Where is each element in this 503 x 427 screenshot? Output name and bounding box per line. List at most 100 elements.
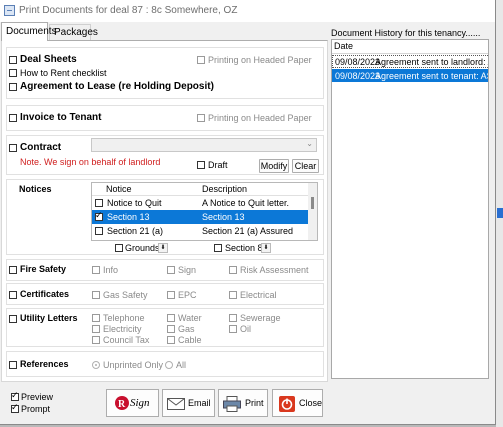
close-label: Close: [299, 398, 323, 408]
grounds-checkbox[interactable]: [115, 244, 123, 252]
print-button[interactable]: Print: [218, 389, 268, 417]
deal-headed-paper-checkbox[interactable]: [197, 56, 205, 64]
notice-description: A Notice to Quit letter.: [202, 198, 290, 208]
notice-description: Section 21 (a) Assured: [202, 226, 294, 236]
notice-checkbox[interactable]: [95, 210, 103, 221]
electricity-label: Electricity: [103, 324, 142, 334]
notices-list[interactable]: Notice Description Notice to Quit A Noti…: [91, 182, 318, 241]
council-tax-checkbox[interactable]: [92, 336, 100, 344]
deal-sheets-label: Deal Sheets: [20, 54, 77, 65]
background-selection-fragment: [497, 208, 503, 218]
history-list-header: Date: [332, 40, 488, 54]
epc-checkbox[interactable]: [167, 291, 175, 299]
window-app-icon: [4, 5, 15, 16]
draft-label: Draft: [208, 160, 228, 170]
fire-risk-checkbox[interactable]: [229, 266, 237, 274]
rsign-button[interactable]: R Sign: [106, 389, 159, 417]
notice-description: Section 13: [202, 212, 245, 222]
contract-checkbox[interactable]: [9, 144, 17, 152]
references-checkbox[interactable]: [9, 361, 17, 369]
contract-select[interactable]: ⌄: [91, 138, 317, 152]
unprinted-only-radio[interactable]: [92, 361, 100, 369]
notice-checkbox[interactable]: [95, 199, 103, 207]
rsign-label: Sign: [130, 397, 150, 409]
sewerage-checkbox[interactable]: [229, 314, 237, 322]
utility-letters-label: Utility Letters: [20, 313, 78, 323]
utility-gas-label: Gas: [178, 324, 195, 334]
print-documents-dialog: Print Documents for deal 87 : 8c Somewhe…: [0, 0, 496, 425]
notice-checkbox[interactable]: [95, 227, 103, 235]
electrical-checkbox[interactable]: [229, 291, 237, 299]
scrollbar-thumb[interactable]: [311, 197, 314, 209]
cable-checkbox[interactable]: [167, 336, 175, 344]
preview-label: Preview: [21, 392, 54, 402]
chevron-down-icon: ⌄: [306, 139, 313, 148]
section8-download-icon[interactable]: ⬇: [261, 243, 271, 253]
deal-sheets-checkbox[interactable]: [9, 56, 17, 64]
water-checkbox[interactable]: [167, 314, 175, 322]
rsign-logo-icon: R: [115, 396, 129, 410]
title-bar[interactable]: Print Documents for deal 87 : 8c Somewhe…: [0, 0, 495, 22]
notices-list-header: Notice Description: [92, 183, 309, 196]
section8-checkbox[interactable]: [214, 244, 222, 252]
close-button[interactable]: Close: [272, 389, 323, 417]
all-radio[interactable]: [165, 361, 173, 369]
contract-label: Contract: [20, 142, 62, 153]
utility-gas-checkbox[interactable]: [167, 325, 175, 333]
history-text: Agreement sent to tenant: AST: [375, 71, 489, 81]
telephone-checkbox[interactable]: [92, 314, 100, 322]
history-text: Agreement sent to landlord: A: [375, 57, 489, 67]
prompt-label: Prompt: [21, 404, 51, 414]
oil-checkbox[interactable]: [229, 325, 237, 333]
email-label: Email: [188, 398, 211, 408]
print-label: Print: [245, 398, 264, 408]
window-title: Print Documents for deal 87 : 8c Somewhe…: [19, 5, 238, 16]
history-date: 09/08/2023: [335, 57, 381, 67]
agreement-to-lease-checkbox[interactable]: [9, 83, 17, 91]
power-icon: [279, 396, 295, 412]
fire-sign-label: Sign: [178, 265, 197, 275]
history-date: 09/08/2023: [335, 71, 381, 81]
list-item[interactable]: Section 21 (a) Section 21 (a) Assured: [92, 224, 309, 238]
fire-safety-label: Fire Safety: [20, 264, 67, 274]
description-column-header[interactable]: Description: [202, 183, 247, 195]
cable-label: Cable: [178, 335, 202, 345]
grounds-download-icon[interactable]: ⬇: [158, 243, 168, 253]
fire-info-checkbox[interactable]: [92, 266, 100, 274]
list-item[interactable]: Notice to Quit A Notice to Quit letter.: [92, 196, 309, 210]
epc-label: EPC: [178, 290, 197, 300]
electricity-checkbox[interactable]: [92, 325, 100, 333]
telephone-label: Telephone: [103, 313, 145, 323]
water-label: Water: [178, 313, 202, 323]
draft-checkbox[interactable]: [197, 161, 205, 169]
deal-headed-paper-label: Printing on Headed Paper: [208, 55, 312, 65]
prompt-checkbox[interactable]: [11, 402, 19, 413]
list-item[interactable]: Section 13 Section 13: [92, 210, 309, 224]
preview-checkbox[interactable]: [11, 390, 19, 401]
tab-documents[interactable]: Documents: [1, 22, 57, 41]
email-button[interactable]: Email: [162, 389, 215, 417]
history-row[interactable]: 09/08/2023 Agreement sent to landlord: A: [332, 55, 489, 68]
document-history-list[interactable]: Date 09/08/2023 Agreement sent to landlo…: [331, 39, 489, 379]
fire-info-label: Info: [103, 265, 119, 275]
clear-button[interactable]: Clear: [292, 159, 319, 173]
council-tax-label: Council Tax: [103, 335, 150, 345]
all-label: All: [176, 360, 187, 370]
fire-safety-checkbox[interactable]: [9, 266, 17, 274]
printer-icon: [223, 396, 241, 412]
invoice-headed-paper-checkbox[interactable]: [197, 114, 205, 122]
notice-column-header[interactable]: Notice: [106, 183, 132, 195]
how-to-rent-checkbox[interactable]: [9, 69, 17, 77]
history-row[interactable]: 09/08/2023 Agreement sent to tenant: AST: [332, 69, 489, 82]
documents-panel: Deal Sheets Printing on Headed Paper How…: [1, 40, 328, 382]
references-group: References Unprinted Only All: [6, 351, 324, 377]
utility-letters-checkbox[interactable]: [9, 315, 17, 323]
oil-label: Oil: [240, 324, 251, 334]
modify-button[interactable]: Modify: [259, 159, 289, 173]
notices-scrollbar[interactable]: [308, 183, 317, 240]
invoice-checkbox[interactable]: [9, 114, 17, 122]
date-column-header[interactable]: Date: [334, 41, 353, 51]
gas-safety-checkbox[interactable]: [92, 291, 100, 299]
certificates-checkbox[interactable]: [9, 291, 17, 299]
fire-sign-checkbox[interactable]: [167, 266, 175, 274]
